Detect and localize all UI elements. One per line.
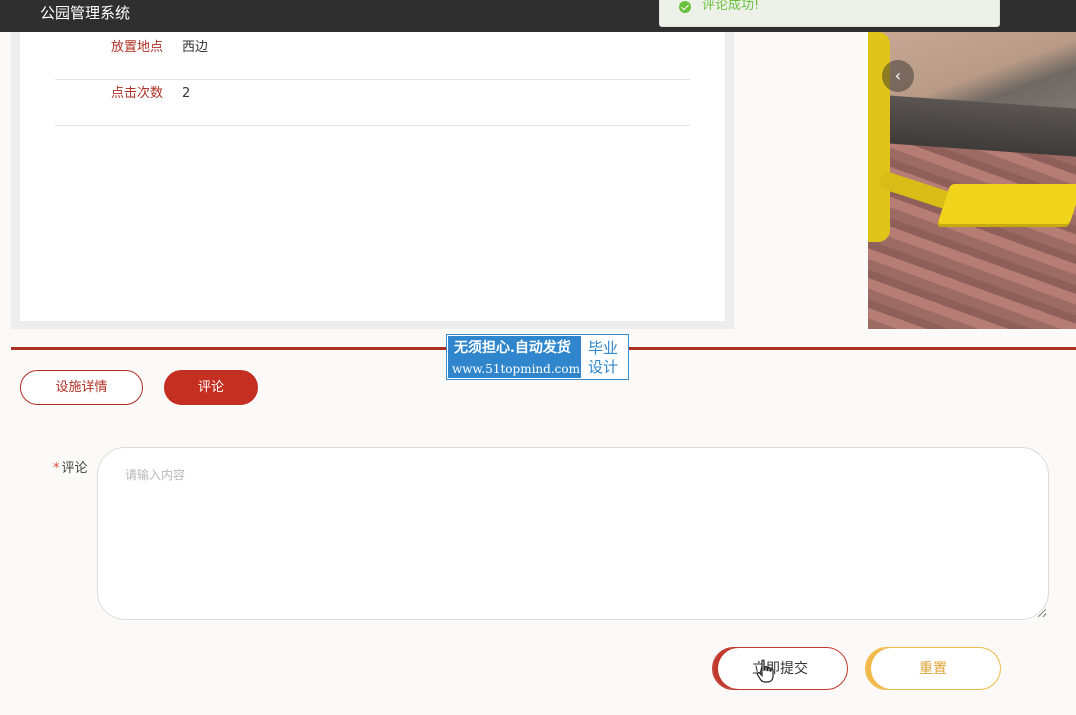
watermark-right: 毕业设计 (588, 339, 619, 376)
success-toast: 评论成功! (659, 0, 1000, 27)
detail-row-location: 放置地点 西边 (55, 34, 690, 80)
tab-facility-detail[interactable]: 设施详情 (20, 370, 143, 405)
check-circle-icon (679, 1, 691, 13)
watermark-badge: 无须担心.自动发货 www.51topmind.com 毕业设计 (446, 334, 629, 380)
detail-row-clicks: 点击次数 2 (55, 80, 690, 126)
facility-image-carousel: ‹ (868, 32, 1076, 329)
photo-equipment-seat (937, 184, 1076, 224)
comment-textarea[interactable] (97, 447, 1049, 620)
toast-message: 评论成功! (702, 0, 760, 13)
watermark-line2: www.51topmind.com (452, 362, 580, 376)
reset-button[interactable]: 重置 (865, 647, 1001, 690)
watermark-line1: 无须担心.自动发货 (454, 340, 571, 356)
comment-label-text: 评论 (61, 461, 88, 476)
tab-comment[interactable]: 评论 (164, 370, 258, 405)
resize-handle-icon[interactable] (1038, 609, 1046, 617)
required-mark: * (53, 461, 60, 476)
detail-value: 2 (182, 86, 191, 101)
comment-label: * 评论 (53, 457, 88, 476)
detail-label: 放置地点 (110, 40, 163, 55)
watermark-left: 无须担心.自动发货 www.51topmind.com (448, 336, 581, 378)
submit-button[interactable]: 立即提交 (712, 647, 848, 690)
facility-detail-card: 放置地点 西边 点击次数 2 (20, 32, 725, 321)
page: 公园管理系统 评论成功! 放置地点 西边 点击次数 2 ‹ 无须担心.自动发货 … (0, 0, 1076, 715)
facility-detail-panel: 放置地点 西边 点击次数 2 (11, 32, 734, 329)
chevron-left-icon[interactable]: ‹ (882, 60, 914, 92)
detail-label: 点击次数 (110, 86, 163, 101)
app-title: 公园管理系统 (40, 4, 131, 22)
hand-cursor-icon (756, 659, 774, 683)
detail-value: 西边 (182, 40, 209, 55)
